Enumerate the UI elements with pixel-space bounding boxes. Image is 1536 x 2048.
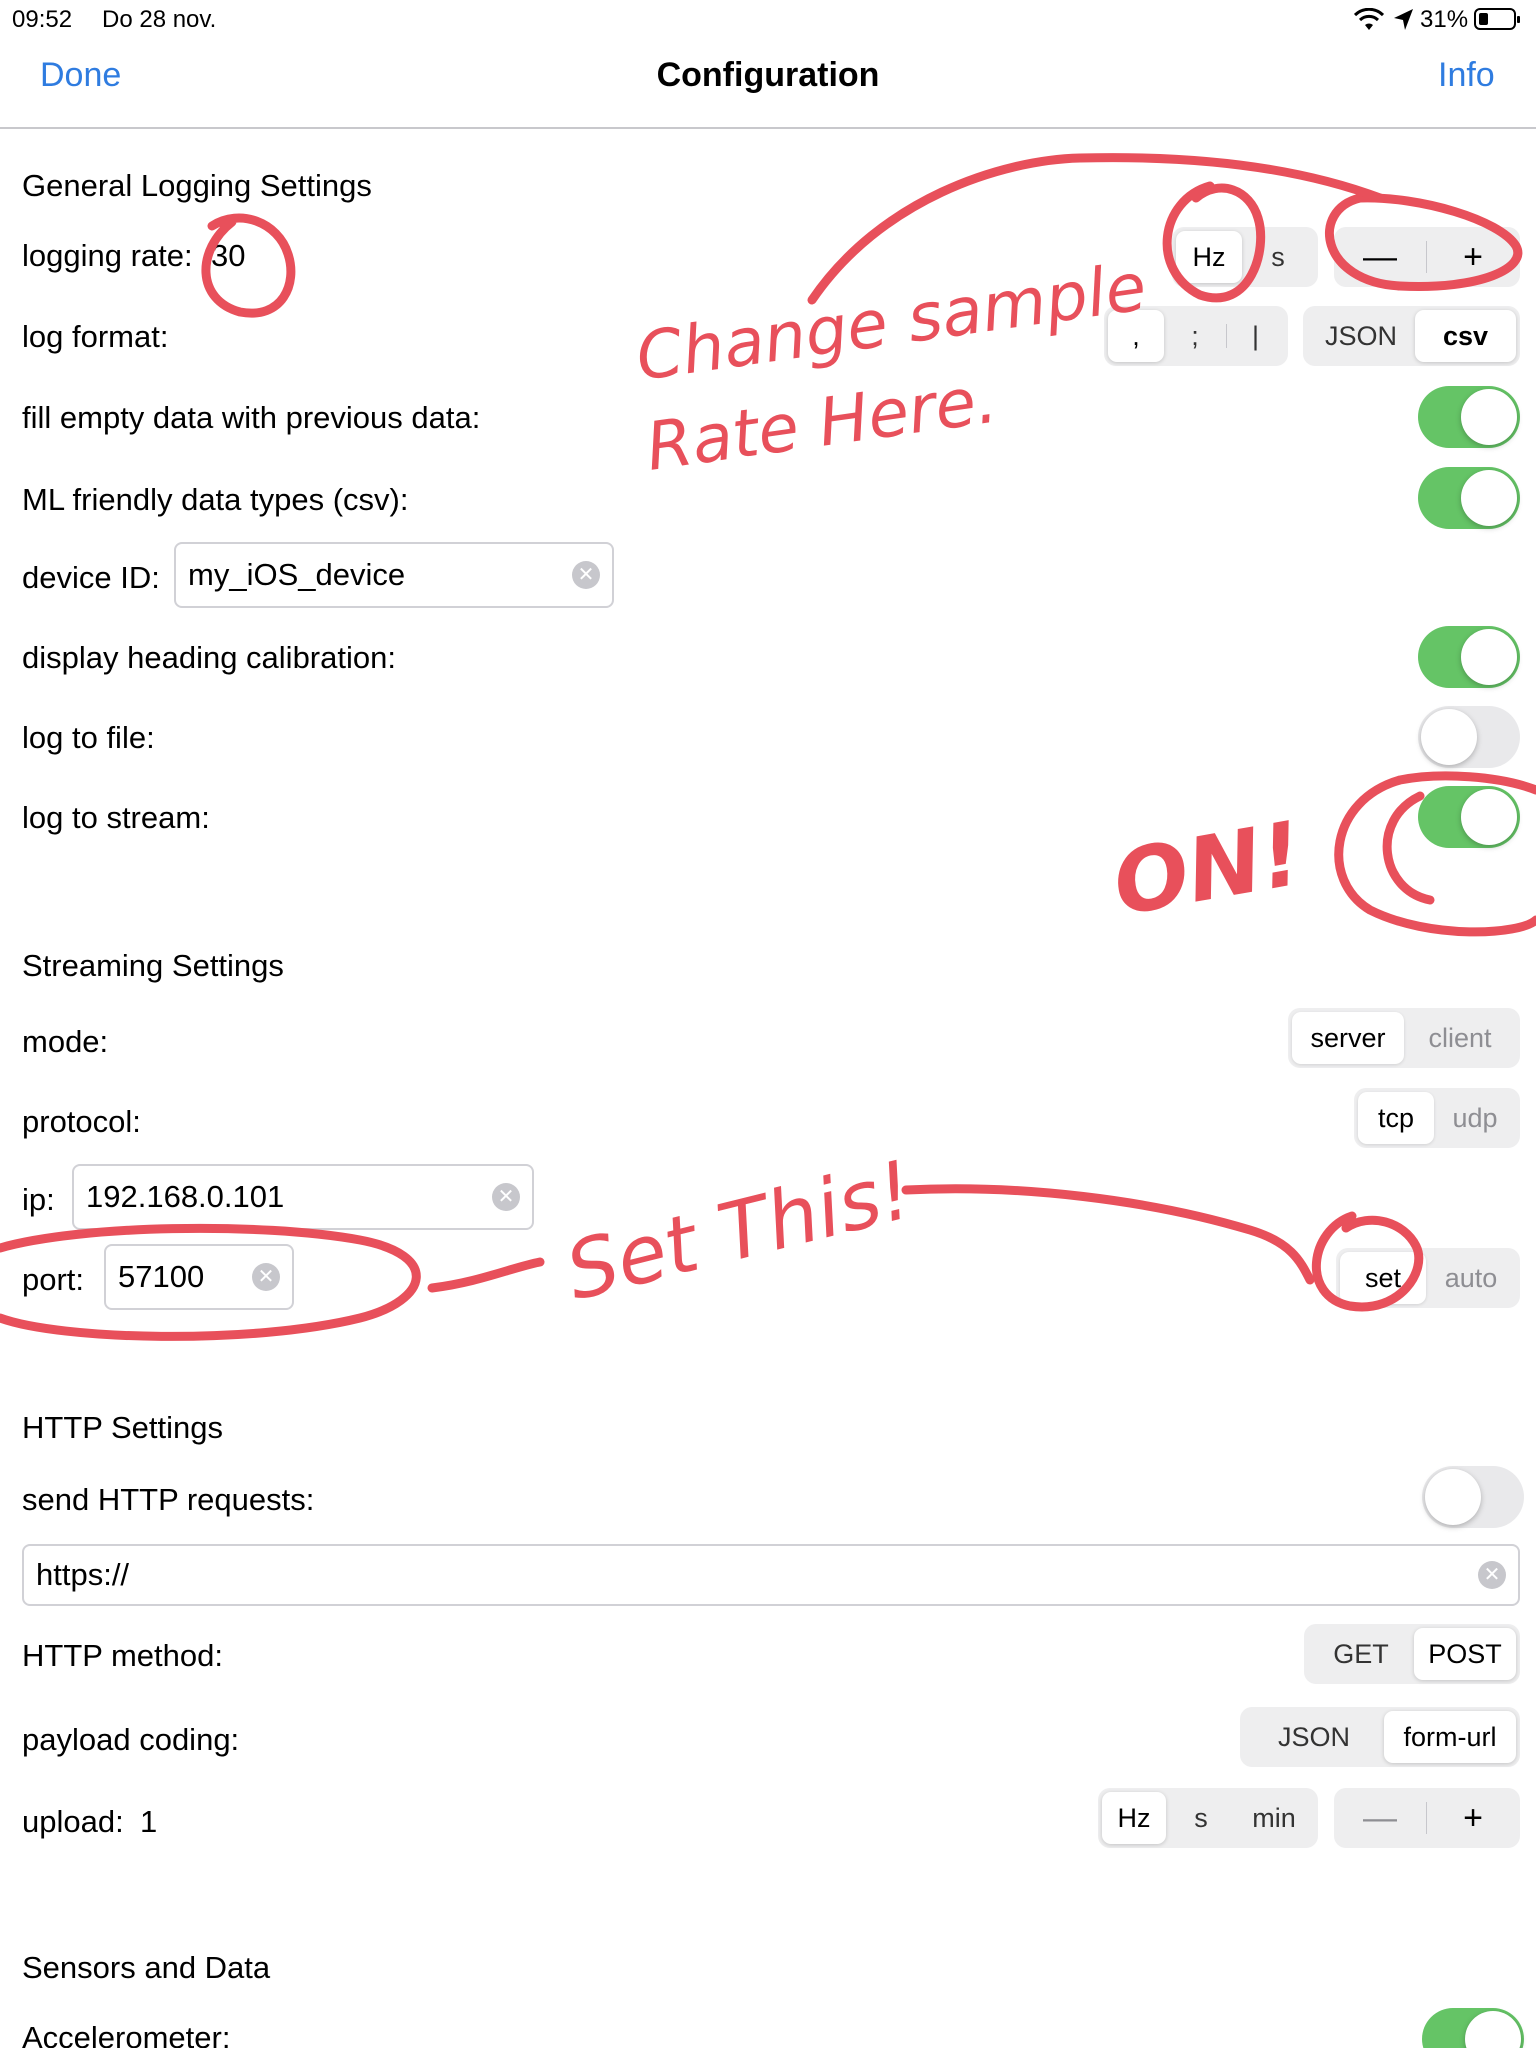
annotation-circle-stream-toggle bbox=[1334, 771, 1536, 937]
annotation-circle-rate-value bbox=[201, 213, 296, 318]
annotation-text-set-this: Set This! bbox=[557, 1143, 921, 1318]
annotation-line-port bbox=[427, 1257, 545, 1293]
annotation-circle-set bbox=[1311, 1211, 1424, 1312]
annotation-overlay: Change sample Rate Here. ON! Set This! bbox=[0, 153, 1536, 1341]
annotation-circle-hz bbox=[1162, 181, 1266, 303]
annotation-text-on: ON! bbox=[1106, 801, 1310, 935]
annotation-line-set bbox=[901, 1184, 1315, 1285]
annotation-circle-port bbox=[0, 1223, 421, 1341]
annotation-circle-stepper bbox=[1324, 193, 1523, 291]
annotation-circle-stream-toggle-inner bbox=[1382, 791, 1435, 905]
